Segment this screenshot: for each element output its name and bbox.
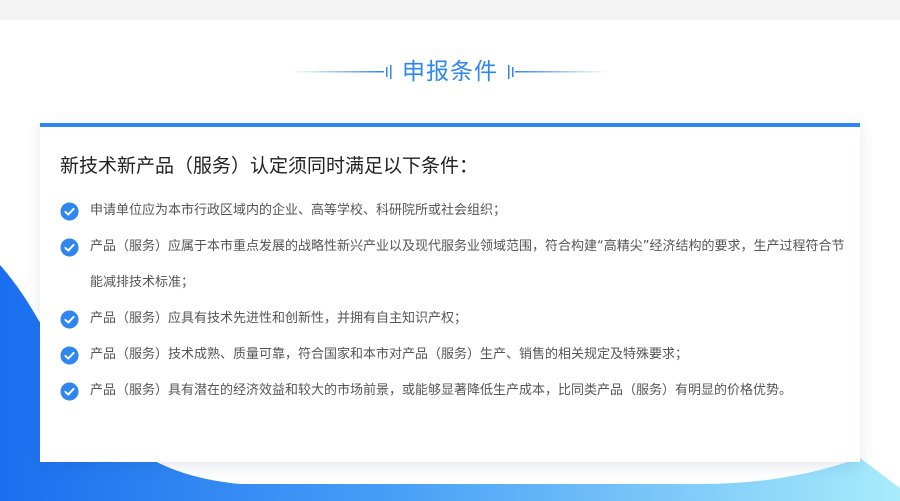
condition-item: 产品（服务）应具有技术先进性和创新性，并拥有自主知识产权； (60, 301, 850, 337)
section-title: 申报条件 (402, 59, 498, 85)
conditions-list: 申请单位应为本市行政区域内的企业、高等学校、科研院所或社会组织； 产品（服务）应… (60, 193, 850, 409)
section-header: 申报条件 (0, 52, 900, 92)
check-circle-icon (60, 346, 79, 365)
condition-text: 产品（服务）技术成熟、质量可靠，符合国家和本市对产品（服务）生产、销售的相关规定… (90, 347, 689, 362)
condition-text: 申请单位应为本市行政区域内的企业、高等学校、科研院所或社会组织； (90, 203, 507, 218)
condition-item: 产品（服务）应属于本市重点发展的战略性新兴产业以及现代服务业领域范围，符合构建“… (60, 229, 850, 301)
conditions-card: 新技术新产品（服务）认定须同时满足以下条件： 申请单位应为本市行政区域内的企业、… (40, 123, 860, 462)
card-title: 新技术新产品（服务）认定须同时满足以下条件： (60, 155, 479, 177)
condition-text: 产品（服务）应具有技术先进性和创新性，并拥有自主知识产权； (90, 311, 468, 326)
condition-item: 产品（服务）具有潜在的经济效益和较大的市场前景，或能够显著降低生产成本，比同类产… (60, 373, 850, 409)
condition-text: 产品（服务）应属于本市重点发展的战略性新兴产业以及现代服务业领域范围，符合构建“… (90, 239, 845, 290)
condition-item: 产品（服务）技术成熟、质量可靠，符合国家和本市对产品（服务）生产、销售的相关规定… (60, 337, 850, 373)
check-circle-icon (60, 382, 79, 401)
condition-text: 产品（服务）具有潜在的经济效益和较大的市场前景，或能够显著降低生产成本，比同类产… (90, 383, 793, 398)
check-circle-icon (60, 310, 79, 329)
check-circle-icon (60, 238, 79, 257)
condition-item: 申请单位应为本市行政区域内的企业、高等学校、科研院所或社会组织； (60, 193, 850, 229)
check-circle-icon (60, 202, 79, 221)
